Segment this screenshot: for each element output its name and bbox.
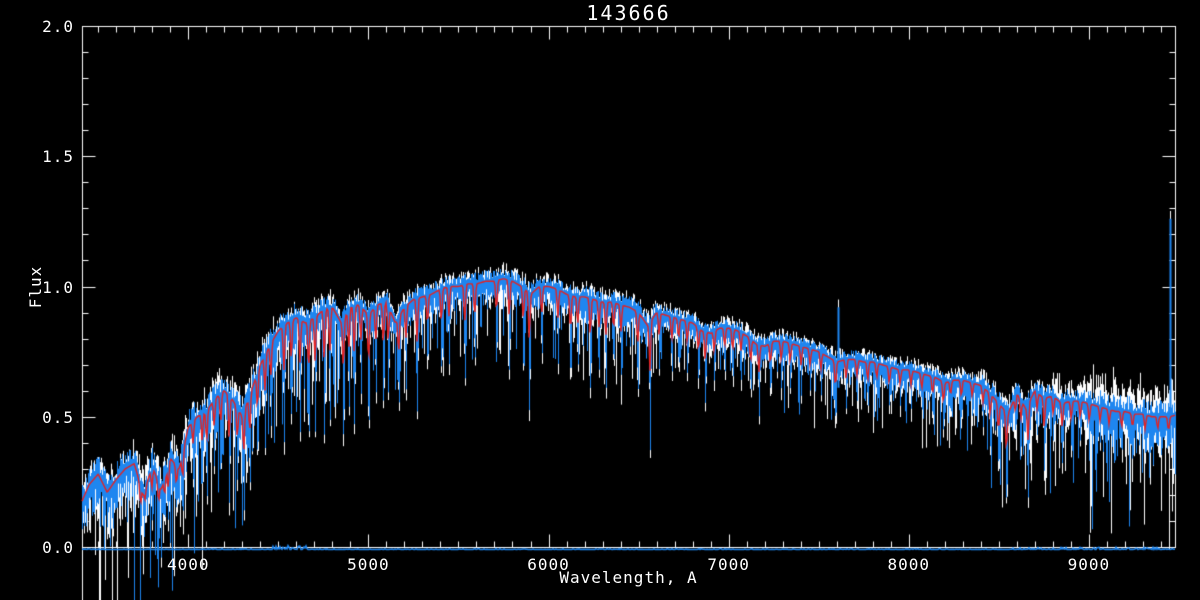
spectrum-plot: 143666 Wavelength, A Flux 4000 5000 6000 70… bbox=[0, 0, 1200, 600]
x-tick-label: 7000 bbox=[707, 555, 750, 574]
x-tick-label: 9000 bbox=[1067, 555, 1111, 574]
y-tick-label: 2.0 bbox=[42, 17, 74, 36]
x-tick-label: 5000 bbox=[347, 555, 390, 574]
y-tick-label: 1.5 bbox=[42, 147, 74, 167]
x-axis-label: Wavelength, A bbox=[559, 568, 698, 587]
y-tick-label: 0.5 bbox=[42, 407, 74, 427]
spectrum-canvas bbox=[0, 0, 1200, 600]
plot-title: 143666 bbox=[586, 1, 671, 25]
x-tick-label: 8000 bbox=[887, 555, 931, 574]
x-tick-label: 4000 bbox=[167, 555, 210, 574]
y-tick-label: 1.0 bbox=[42, 277, 74, 297]
x-tick-label: 6000 bbox=[527, 555, 570, 574]
y-tick-label: 0.0 bbox=[42, 538, 74, 557]
